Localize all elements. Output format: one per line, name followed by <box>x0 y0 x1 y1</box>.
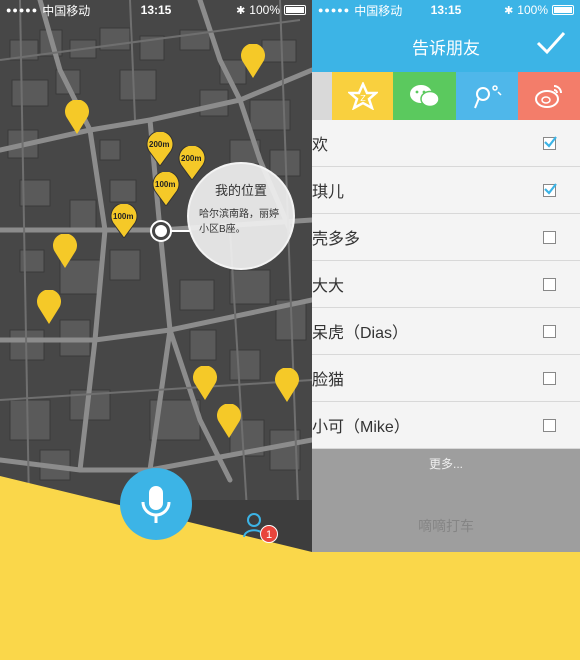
map-pin[interactable] <box>274 368 300 402</box>
friend-checkbox[interactable] <box>543 324 556 338</box>
friend-name: 小可（Mike） <box>312 419 410 436</box>
battery-icon <box>552 5 574 15</box>
friend-row[interactable]: 大大 <box>312 261 580 308</box>
carrier-label: 中国移动 <box>354 3 403 18</box>
weibo-icon <box>535 85 562 108</box>
distance-pin-shape <box>110 204 138 238</box>
tab-moments[interactable] <box>456 72 518 120</box>
wechat-icon <box>409 85 440 108</box>
location-address: 哈尔滨南路，丽婷小区B座。 <box>199 209 279 235</box>
distance-label: 200m <box>181 154 202 163</box>
signal-dots: ●●●●● <box>318 5 351 15</box>
location-bubble[interactable]: 我的位置 哈尔滨南路，丽婷小区B座。 <box>187 162 295 270</box>
bluetooth-icon: ✱ <box>236 4 246 17</box>
checkmark-icon <box>544 135 557 148</box>
battery-label: 100% <box>249 3 280 17</box>
friend-name: 脸猫 <box>312 372 345 389</box>
voice-button[interactable] <box>120 468 192 540</box>
checkmark-icon <box>544 182 557 195</box>
clock: 13:15 <box>430 3 462 17</box>
friend-checkbox[interactable] <box>543 371 556 385</box>
svg-text:Z: Z <box>360 94 366 103</box>
star-icon: Z <box>347 82 378 110</box>
friend-row[interactable]: 小可（Mike） <box>312 402 580 449</box>
distance-pin-shape <box>146 132 174 166</box>
friend-checkbox[interactable] <box>543 418 556 432</box>
more-section: 更多... 嘀嘀打车 <box>312 449 580 552</box>
map-pin[interactable] <box>36 290 62 324</box>
microphone-icon <box>141 486 171 523</box>
distance-label: 100m <box>113 212 134 221</box>
carrier-label: 中国移动 <box>42 3 91 18</box>
share-screen: 告诉朋友 Z 欢 琪儿 壳多多 大大 呆虎（Dias） 脸猫 小可（Mike） … <box>312 0 580 552</box>
distance-label: 200m <box>149 140 170 149</box>
battery-icon <box>284 5 306 15</box>
distance-pin-shape <box>178 146 206 180</box>
map-pin[interactable] <box>192 366 218 400</box>
tab-favorites[interactable]: Z <box>332 72 393 120</box>
clock: 13:15 <box>140 3 172 17</box>
friend-checkbox[interactable] <box>543 277 556 291</box>
friend-row[interactable]: 呆虎（Dias） <box>312 308 580 355</box>
map-pin[interactable] <box>64 100 90 134</box>
friend-checkbox[interactable] <box>543 135 557 150</box>
friend-checkbox[interactable] <box>543 182 557 197</box>
status-bar-right: ●●●●● 中国移动 13:15 ✱ 100% <box>312 0 580 20</box>
bottom-label[interactable]: 嘀嘀打车 <box>312 516 580 536</box>
friend-checkbox[interactable] <box>543 230 556 244</box>
signal-dots: ●●●●● <box>6 5 39 15</box>
friend-name: 琪儿 <box>312 184 345 201</box>
tab-wechat[interactable] <box>393 72 456 120</box>
distance-pin-shape <box>152 172 180 206</box>
map-pin[interactable] <box>216 404 242 438</box>
friend-name: 呆虎（Dias） <box>312 325 409 342</box>
friend-row[interactable]: 琪儿 <box>312 167 580 214</box>
bubble-connector <box>168 230 190 232</box>
friend-name: 欢 <box>312 137 329 154</box>
friend-name: 壳多多 <box>312 231 361 248</box>
bluetooth-icon: ✱ <box>504 4 514 17</box>
moments-icon <box>474 85 502 109</box>
more-link[interactable]: 更多... <box>312 455 580 472</box>
friend-row[interactable]: 壳多多 <box>312 214 580 261</box>
current-location-marker[interactable] <box>152 222 170 240</box>
distance-label: 100m <box>155 180 176 189</box>
tab-edge <box>312 72 332 120</box>
confirm-check-icon[interactable] <box>536 30 566 56</box>
location-title: 我的位置 <box>214 183 267 198</box>
screenshot-root: 200m 200m 100m 100m 我的位置 哈尔滨南路，丽婷小区B座。 ●… <box>0 0 580 660</box>
share-tabs: Z <box>312 72 580 120</box>
status-bar-left: ●●●●● 中国移动 13:15 ✱ 100% <box>0 0 312 20</box>
friend-row[interactable]: 脸猫 <box>312 355 580 402</box>
tab-weibo[interactable] <box>518 72 580 120</box>
friend-list: 欢 琪儿 壳多多 大大 呆虎（Dias） 脸猫 小可（Mike） <box>312 120 580 449</box>
map-pin[interactable] <box>52 234 78 268</box>
friend-name: 大大 <box>312 278 345 295</box>
map-pin[interactable] <box>240 44 266 78</box>
battery-label: 100% <box>517 3 548 17</box>
friend-row[interactable]: 欢 <box>312 120 580 167</box>
notification-badge: 1 <box>260 525 278 543</box>
